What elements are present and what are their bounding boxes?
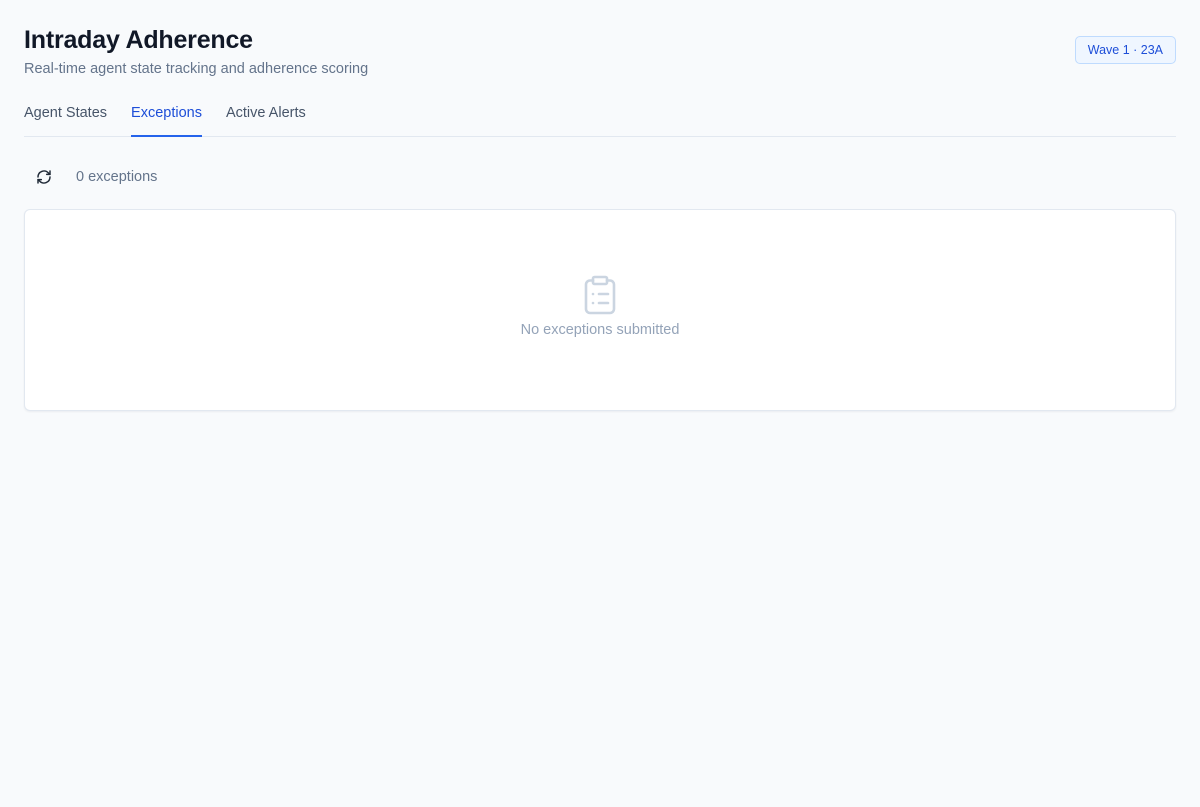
page: Intraday Adherence Real-time agent state… xyxy=(0,0,1200,807)
page-header: Intraday Adherence Real-time agent state… xyxy=(24,24,1176,80)
exceptions-toolbar: 0 exceptions xyxy=(24,161,1176,193)
tab-active-alerts[interactable]: Active Alerts xyxy=(226,100,306,136)
refresh-button[interactable] xyxy=(24,161,64,193)
page-subtitle: Real-time agent state tracking and adher… xyxy=(24,61,369,77)
clipboard-list-icon xyxy=(584,275,616,315)
tab-agent-states[interactable]: Agent States xyxy=(24,100,107,136)
page-title: Intraday Adherence xyxy=(24,26,253,54)
refresh-icon xyxy=(37,170,51,184)
exception-count: 0 exceptions xyxy=(76,169,158,185)
tab-exceptions[interactable]: Exceptions xyxy=(131,100,202,137)
tab-bar: Agent States Exceptions Active Alerts xyxy=(24,100,1176,137)
exceptions-panel: No exceptions submitted xyxy=(24,209,1176,411)
empty-state-message: No exceptions submitted xyxy=(520,322,680,338)
wave-badge: Wave 1 · 23A xyxy=(1074,36,1176,64)
